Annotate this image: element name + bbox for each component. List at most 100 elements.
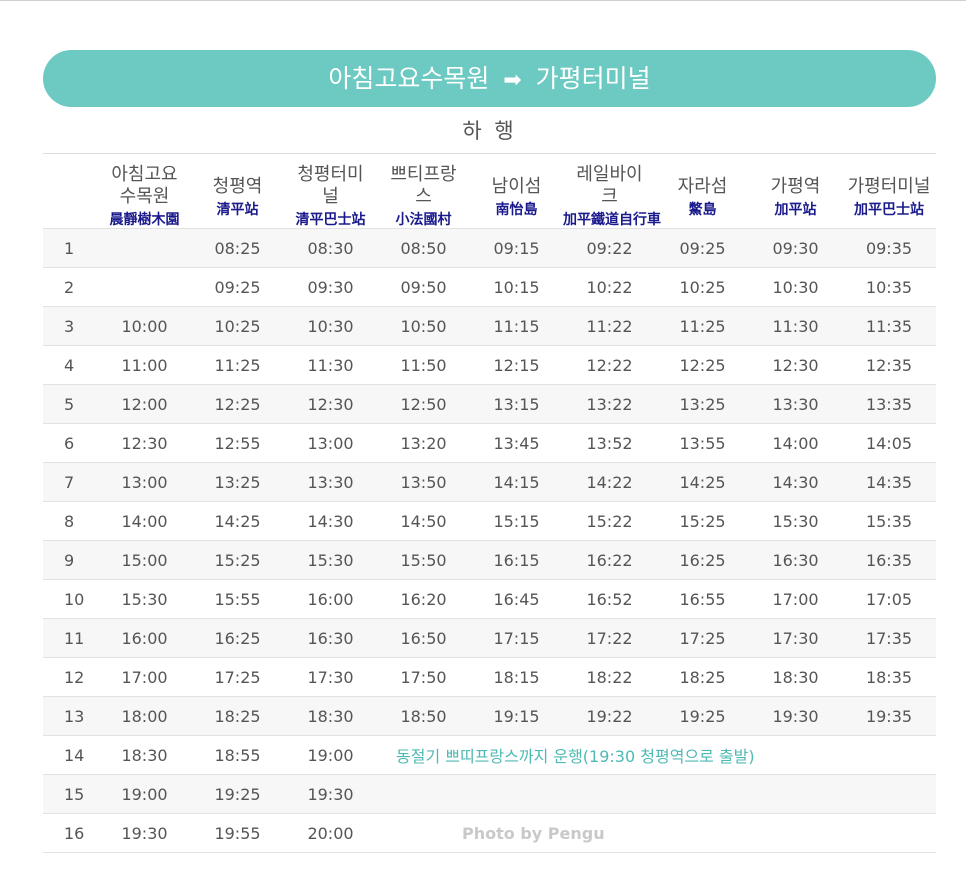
departure-time: 14:05 [842,423,936,463]
departure-time: 15:25 [191,540,284,580]
departure-time: 17:30 [749,618,842,658]
trip-number: 13 [43,696,98,736]
departure-time: 08:50 [377,228,470,268]
table-row: 5 12:00 12:25 12:30 12:50 13:15 13:22 13:25 13:3… [43,384,936,424]
station-header: 남이섬 南怡島 [470,153,563,229]
station-name-korean: 청평터미 널 [297,164,364,207]
departure-time: 16:52 [563,579,656,619]
departure-time: 18:15 [470,657,563,697]
departure-time: 19:00 [284,735,377,775]
departure-time: 17:30 [284,657,377,697]
table-row: 12 17:00 17:25 17:30 17:50 18:15 18:22 18:25 18:… [43,657,936,697]
station-name-korean: 아침고요 수목원 [111,164,178,207]
departure-time: 17:00 [749,579,842,619]
station-name-chinese: 南怡島 [495,202,538,218]
departure-time: 13:15 [470,384,563,424]
station-name-chinese: 清平站 [216,202,259,218]
departure-time: 14:00 [749,423,842,463]
departure-time: 14:50 [377,501,470,541]
departure-time: 10:50 [377,306,470,346]
station-header: 청평역 清平站 [191,153,284,229]
departure-time: 19:00 [98,774,191,814]
trip-number: 15 [43,774,98,814]
departure-time: 13:50 [377,462,470,502]
departure-time: 16:00 [98,618,191,658]
departure-time: 14:25 [656,462,749,502]
departure-time: 12:22 [563,345,656,385]
departure-time: 13:55 [656,423,749,463]
trip-number: 10 [43,579,98,619]
departure-time: 14:30 [749,462,842,502]
station-name-korean: 가평역 [770,176,821,197]
departure-time: 11:30 [284,345,377,385]
departure-time: 10:15 [470,267,563,307]
departure-time: 16:15 [470,540,563,580]
departure-time: 12:30 [98,423,191,463]
departure-time: 16:22 [563,540,656,580]
departure-time: 08:30 [284,228,377,268]
departure-time: 12:55 [191,423,284,463]
departure-time: 11:00 [98,345,191,385]
departure-time: 11:25 [191,345,284,385]
departure-time: 15:55 [191,579,284,619]
departure-time: 15:50 [377,540,470,580]
departure-time: 19:55 [191,813,284,853]
station-header: 레일바이 크 加平鐵道自行車 [563,153,661,229]
departure-time: 10:30 [284,306,377,346]
station-name-korean: 쁘티프랑 스 [390,164,457,207]
station-name-chinese: 清平巴士站 [295,212,366,228]
departure-time: 09:30 [749,228,842,268]
departure-time: 10:30 [749,267,842,307]
station-name-chinese: 晨靜樹木園 [109,212,180,228]
departure-time: 17:15 [470,618,563,658]
departure-time: 16:25 [656,540,749,580]
departure-time: 15:30 [749,501,842,541]
table-row: 8 14:00 14:25 14:30 14:50 15:15 15:22 15:25 15:3… [43,501,936,541]
departure-time: 17:25 [191,657,284,697]
table-row: 10 15:30 15:55 16:00 16:20 16:45 16:52 16:55 17:… [43,579,936,619]
service-note: 동절기 쁘띠프랑스까지 운행(19:30 청평역으로 출발) [377,735,936,775]
departure-time: 14:30 [284,501,377,541]
departure-time: 14:22 [563,462,656,502]
departure-time: 18:30 [284,696,377,736]
departure-time: 17:25 [656,618,749,658]
arrow-right-icon: ➡ [503,68,522,93]
departure-time [98,267,191,307]
departure-time: 13:52 [563,423,656,463]
departure-time: 09:25 [656,228,749,268]
departure-time: 17:35 [842,618,936,658]
departure-time: 08:25 [191,228,284,268]
departure-time: 13:00 [284,423,377,463]
trip-number: 2 [43,267,98,307]
direction-title: 하 행 [462,119,517,143]
station-name-korean: 가평터미널 [847,176,931,197]
departure-time: 18:00 [98,696,191,736]
departure-time [98,228,191,268]
departure-time: 17:22 [563,618,656,658]
departure-time: 17:00 [98,657,191,697]
departure-time: 14:35 [842,462,936,502]
trip-number: 14 [43,735,98,775]
departure-time: 13:00 [98,462,191,502]
timetable: 아침고요 수목원 晨靜樹木園 청평역 清平站 청평터미 널 清平巴士站 쁘티프랑 스 小法國村 남이섬… [43,153,936,853]
departure-time: 15:22 [563,501,656,541]
departure-time: 13:25 [656,384,749,424]
table-row: 9 15:00 15:25 15:30 15:50 16:15 16:22 16:25 16:3… [43,540,936,580]
table-row: 1 08:25 08:30 08:50 09:15 09:22 09:25 09:30 09:3… [43,228,936,268]
trip-number: 4 [43,345,98,385]
departure-time: 12:00 [98,384,191,424]
departure-time: 19:25 [656,696,749,736]
timetable-body: 1 08:25 08:30 08:50 09:15 09:22 09:25 09:30 09:3… [43,228,936,853]
departure-time: 18:22 [563,657,656,697]
trip-number: 9 [43,540,98,580]
trip-number: 3 [43,306,98,346]
departure-time: 13:30 [749,384,842,424]
departure-time: 12:25 [656,345,749,385]
departure-time: 19:15 [470,696,563,736]
route-origin: 아침고요수목원 [328,64,490,93]
trip-number: 1 [43,228,98,268]
station-header: 아침고요 수목원 晨靜樹木園 [98,153,191,229]
departure-time: 17:05 [842,579,936,619]
trip-number: 16 [43,813,98,853]
departure-time: 16:50 [377,618,470,658]
